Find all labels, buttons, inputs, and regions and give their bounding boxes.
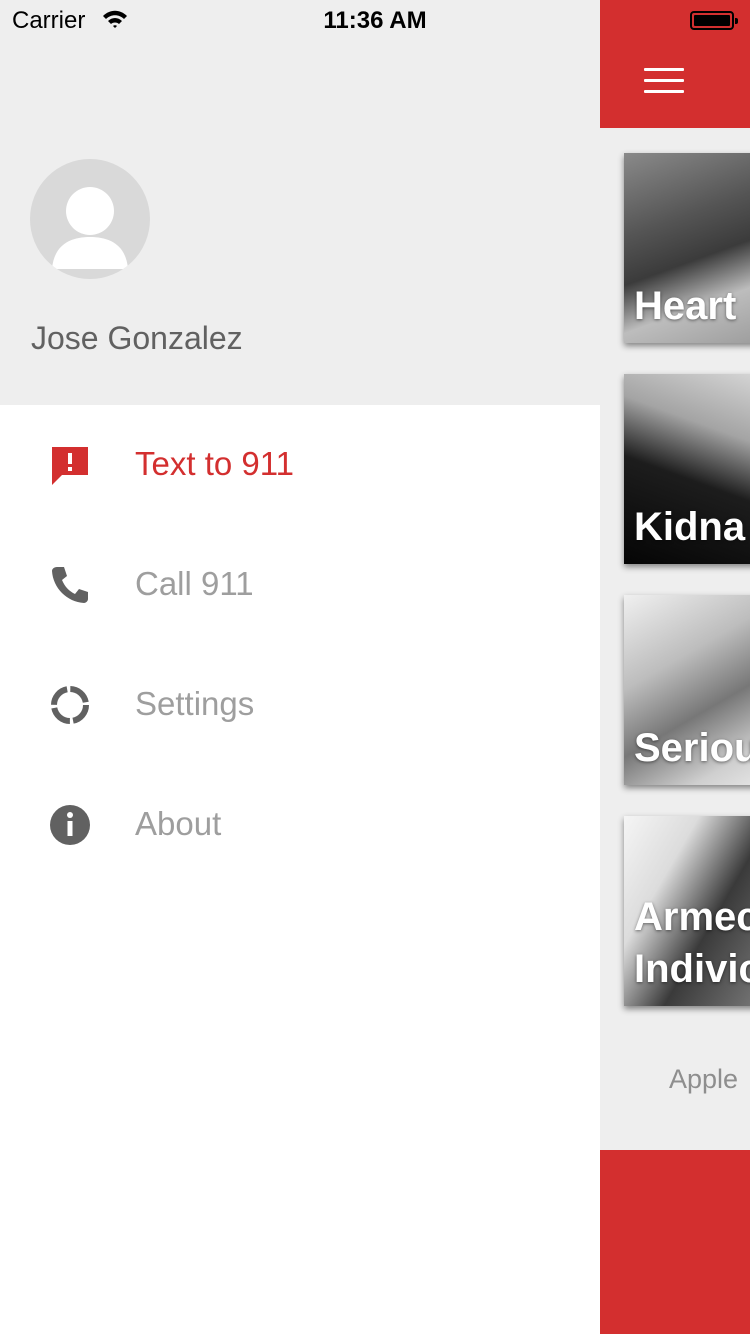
menu-item-call-911[interactable]: Call 911	[0, 525, 600, 645]
menu-item-label: About	[135, 805, 222, 842]
card-title-line1: Armec	[634, 895, 750, 939]
info-icon	[50, 805, 90, 845]
card-title: Heart	[634, 284, 737, 328]
user-silhouette-icon	[52, 187, 128, 269]
drawer-header: Jose Gonzalez	[0, 0, 600, 405]
menu-item-about[interactable]: About	[0, 765, 600, 885]
emergency-card-kidnapping[interactable]: Kidna	[624, 374, 750, 564]
menu-item-settings[interactable]: Settings	[0, 645, 600, 765]
main-content: Heart Kidna Seriou Armec Indivic Apple	[600, 0, 750, 1334]
emergency-card-armed-individual[interactable]: Armec Indivic	[624, 816, 750, 1006]
phone-icon	[52, 567, 88, 603]
emergency-card-heart[interactable]: Heart	[624, 153, 750, 343]
menu-item-label: Text to 911	[135, 445, 294, 482]
hamburger-menu-icon[interactable]	[644, 68, 684, 94]
card-title: Kidna	[634, 505, 746, 549]
user-name: Jose Gonzalez	[31, 320, 243, 356]
alert-message-icon	[52, 447, 88, 485]
drawer-menu: Text to 911 Call 911 Settings About	[0, 405, 600, 885]
menu-item-text-to-911[interactable]: Text to 911	[0, 405, 600, 525]
menu-item-label: Settings	[135, 685, 255, 722]
status-time: 11:36 AM	[323, 7, 427, 34]
card-title: Seriou	[634, 726, 750, 770]
avatar[interactable]	[30, 159, 150, 279]
navigation-drawer: Jose Gonzalez Text to 911 Call 911 Setti…	[0, 0, 600, 1334]
settings-icon	[51, 686, 89, 724]
emergency-card-serious[interactable]: Seriou	[624, 595, 750, 785]
footer-text: Apple	[669, 1064, 739, 1094]
menu-item-label: Call 911	[135, 565, 254, 602]
card-title-line2: Indivic	[634, 947, 750, 991]
bottom-bar	[600, 1150, 750, 1334]
